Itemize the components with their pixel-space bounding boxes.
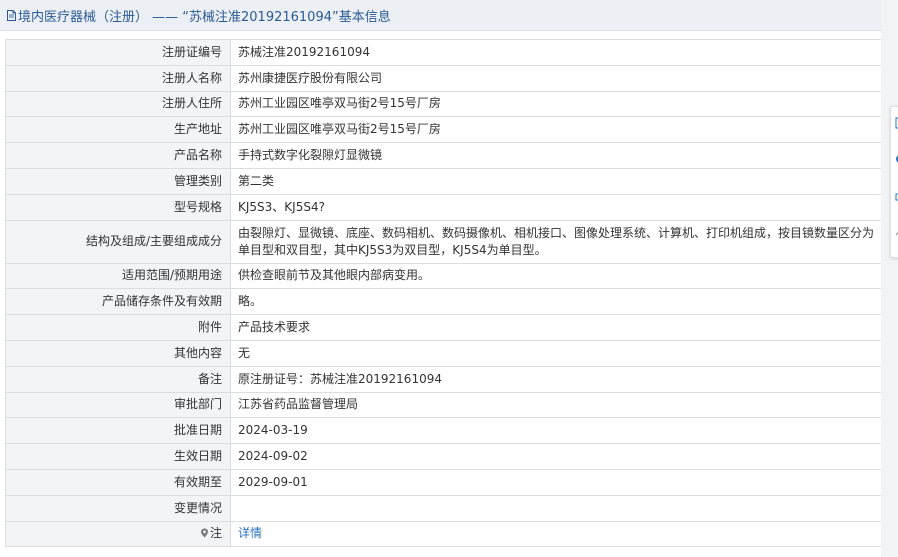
table-row: 适用范围/预期用途 供检查眼前节及其他眼内部病变用。 [5, 262, 882, 290]
table-row: 生效日期 2024-09-02 [5, 443, 882, 470]
scrollbar-track[interactable] [881, 0, 898, 557]
row-label: 备注 [5, 365, 231, 393]
row-value: 略。 [230, 288, 882, 316]
row-label: 结构及组成/主要组成成分 [5, 219, 231, 264]
row-value: KJ5S3、KJ5S4? [230, 193, 882, 221]
row-label: 产品名称 [5, 142, 231, 169]
row-value: 原注册证号：苏械注准20192161094 [230, 365, 882, 393]
row-value: 产品技术要求 [230, 314, 882, 341]
row-label: 管理类别 [5, 167, 231, 195]
row-label: 审批部门 [5, 391, 231, 419]
row-label: 产品储存条件及有效期 [5, 288, 231, 316]
row-value [230, 494, 882, 522]
row-value: 苏州康捷医疗股份有限公司 [230, 64, 882, 92]
table-row: 注册证编号 苏械注准20192161094 [5, 39, 882, 66]
row-label: 有效期至 [5, 468, 231, 496]
document-icon [7, 9, 16, 21]
table-row: 备注 原注册证号：苏械注准20192161094 [5, 365, 882, 393]
row-value: 2029-09-01 [230, 468, 882, 496]
row-label: 变更情况 [5, 494, 231, 522]
row-label: 其他内容 [5, 339, 231, 367]
row-value: 无 [230, 339, 882, 367]
row-label: 适用范围/预期用途 [5, 262, 231, 290]
detail-link[interactable]: 详情 [238, 526, 262, 540]
info-table-container: 注册证编号 苏械注准20192161094 注册人名称 苏州康捷医疗股份有限公司 注册人… [5, 39, 882, 548]
row-value: 第二类 [230, 167, 882, 195]
row-label: 批准日期 [5, 417, 231, 445]
table-row: 管理类别 第二类 [5, 167, 882, 195]
table-row: 注册人名称 苏州康捷医疗股份有限公司 [5, 64, 882, 92]
row-label: 生产地址 [5, 116, 231, 144]
floating-toolbar [890, 106, 898, 258]
pin-icon [200, 528, 208, 538]
row-value: 2024-03-19 [230, 417, 882, 445]
row-value: 手持式数字化裂隙灯显微镜 [230, 142, 882, 169]
row-value: 苏州工业园区唯亭双马街2号15号厂房 [230, 90, 882, 118]
page-header: 境内医疗器械（注册） —— “苏械注准20192161094”基本信息 [0, 0, 893, 31]
table-row: 型号规格 KJ5S3、KJ5S4? [5, 193, 882, 221]
table-row: 有效期至 2029-09-01 [5, 468, 882, 496]
row-label: 注册证编号 [5, 39, 231, 66]
info-table-body: 注册证编号 苏械注准20192161094 注册人名称 苏州康捷医疗股份有限公司 注册人… [5, 39, 882, 548]
row-label: 注册人名称 [5, 64, 231, 92]
table-row: 产品储存条件及有效期 略。 [5, 288, 882, 316]
row-value: 2024-09-02 [230, 443, 882, 470]
table-row: 其他内容无 [5, 339, 882, 367]
note-value-cell: 详情 [230, 520, 882, 548]
table-row: 注册人住所 苏州工业园区唯亭双马街2号15号厂房 [5, 90, 882, 118]
table-row: 变更情况 [5, 494, 882, 522]
table-row: 批准日期 2024-03-19 [5, 417, 882, 445]
row-label: 附件 [5, 314, 231, 341]
row-value: 苏械注准20192161094 [230, 39, 882, 66]
table-row: 生产地址 苏州工业园区唯亭双马街2号15号厂房 [5, 116, 882, 144]
row-label: 生效日期 [5, 443, 231, 470]
note-row: 注 详情 [5, 520, 882, 548]
table-row: 产品名称 手持式数字化裂隙灯显微镜 [5, 142, 882, 169]
table-row: 审批部门 江苏省药品监督管理局 [5, 391, 882, 419]
row-value: 江苏省药品监督管理局 [230, 391, 882, 419]
info-table: 注册证编号 苏械注准20192161094 注册人名称 苏州康捷医疗股份有限公司 注册人… [5, 39, 882, 548]
page-title: 境内医疗器械（注册） —— “苏械注准20192161094”基本信息 [18, 9, 391, 25]
row-label: 型号规格 [5, 193, 231, 221]
row-value: 由裂隙灯、显微镜、底座、数码相机、数码摄像机、相机接口、图像处理系统、计算机、打… [230, 219, 882, 264]
note-label-cell: 注 [5, 520, 231, 548]
row-value: 供检查眼前节及其他眼内部病变用。 [230, 262, 882, 290]
row-value: 苏州工业园区唯亭双马街2号15号厂房 [230, 116, 882, 144]
table-row: 附件 产品技术要求 [5, 314, 882, 341]
table-row: 结构及组成/主要组成成分 由裂隙灯、显微镜、底座、数码相机、数码摄像机、相机接口、… [5, 219, 882, 264]
note-label: 注 [209, 526, 222, 541]
row-label: 注册人住所 [5, 90, 231, 118]
